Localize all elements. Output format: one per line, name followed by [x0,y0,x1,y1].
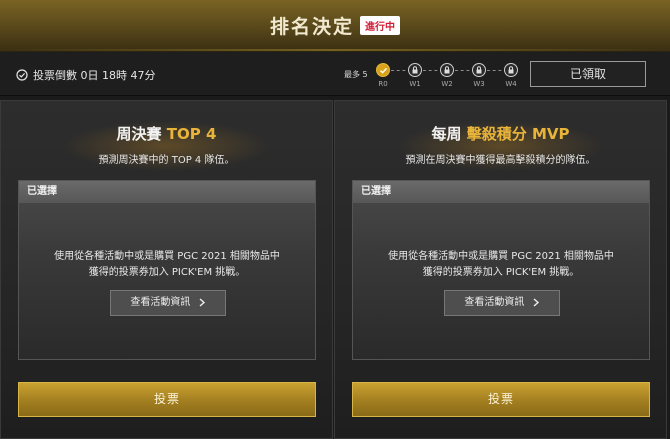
panel-title-highlight: TOP 4 [166,125,217,143]
vote-countdown: 投票倒數 0日 18時 47分 [16,67,155,83]
lock-icon [440,63,454,77]
page-header: 排名決定 進行中 [0,0,670,52]
status-badge: 進行中 [360,16,400,35]
step-w4: W4 [504,63,520,88]
info-line-2: 獲得的投票券加入 PICK'EM 挑戰。 [88,267,246,278]
info-line-1: 使用從各種活動中或是購買 PGC 2021 相關物品中 [54,251,280,262]
chevron-right-icon [533,297,539,307]
mvp-panel: 每周 擊殺積分 MVP 預測在周決賽中獲得最高擊殺積分的隊伍。 已選擇 使用從各… [334,100,667,439]
selection-box: 已選擇 使用從各種活動中或是購買 PGC 2021 相關物品中 獲得的投票券加入… [18,180,316,360]
lock-icon [504,63,518,77]
info-button-label: 查看活動資訊 [130,297,191,308]
info-button-label: 查看活動資訊 [464,297,525,308]
panel-description: 預測周決賽中的 TOP 4 隊伍。 [98,155,235,166]
selection-header: 已選擇 [19,181,315,203]
panel-title-highlight: 擊殺積分 MVP [466,125,570,143]
info-line-1: 使用從各種活動中或是購買 PGC 2021 相關物品中 [388,251,614,262]
info-line-2: 獲得的投票券加入 PICK'EM 挑戰。 [422,267,580,278]
panel-description: 預測在周決賽中獲得最高擊殺積分的隊伍。 [405,155,596,166]
countdown-text: 投票倒數 0日 18時 47分 [33,69,156,82]
panel-title-prefix: 周決賽 [116,125,162,143]
claimed-button[interactable]: 已領取 [530,61,646,87]
selection-header: 已選擇 [353,181,649,203]
panel-title-prefix: 每周 [431,125,462,143]
vote-button[interactable]: 投票 [352,382,650,417]
selection-info-text: 使用從各種活動中或是購買 PGC 2021 相關物品中 獲得的投票券加入 PIC… [353,249,649,281]
step-w3: W3 [472,63,488,88]
check-circle-icon [16,69,28,81]
panel-title: 周決賽 TOP 4 [1,123,332,144]
top4-panel: 周決賽 TOP 4 預測周決賽中的 TOP 4 隊伍。 已選擇 使用從各種活動中… [0,100,333,439]
step-label: W1 [409,80,421,88]
chevron-right-icon [199,297,205,307]
view-event-info-button[interactable]: 查看活動資訊 [444,290,560,316]
check-icon [376,63,390,77]
step-label: W3 [473,80,485,88]
lock-icon [408,63,422,77]
ticket-progress: 最多 5 R0 W1 W2 W3 W4 [344,60,524,90]
vote-button[interactable]: 投票 [18,382,316,417]
selection-info-text: 使用從各種活動中或是購買 PGC 2021 相關物品中 獲得的投票券加入 PIC… [19,249,315,281]
lock-icon [472,63,486,77]
step-w2: W2 [440,63,456,88]
page-title: 排名決定 [269,16,354,38]
step-label: R0 [378,80,388,88]
step-label: W2 [441,80,453,88]
view-event-info-button[interactable]: 查看活動資訊 [110,290,226,316]
step-w1: W1 [408,63,424,88]
step-label: W4 [505,80,517,88]
max-label: 最多 5 [344,70,368,79]
step-r0: R0 [376,63,392,88]
selection-box: 已選擇 使用從各種活動中或是購買 PGC 2021 相關物品中 獲得的投票券加入… [352,180,650,360]
panel-title: 每周 擊殺積分 MVP [335,123,666,144]
